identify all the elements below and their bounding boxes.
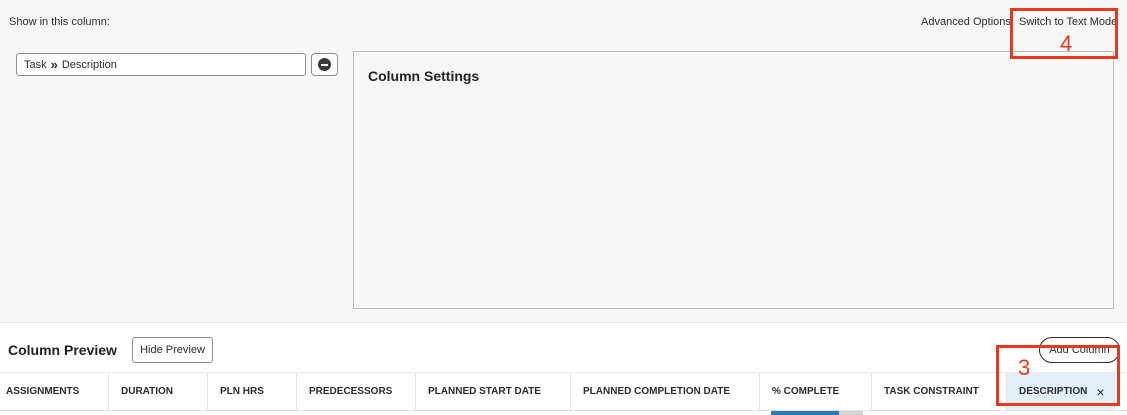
column-header-planned-completion-date[interactable]: PLANNED COMPLETION DATE <box>571 373 760 410</box>
column-preview-title: Column Preview <box>8 342 117 358</box>
field-part-description: Description <box>61 58 117 71</box>
percent-complete-bar <box>771 411 863 415</box>
minus-circle-icon <box>318 58 331 71</box>
field-part-task: Task <box>24 58 47 71</box>
column-settings-title: Column Settings <box>368 68 480 84</box>
preview-table-header: ASSIGNMENTS DURATION PLN HRS PREDECESSOR… <box>0 372 1127 411</box>
remove-field-button[interactable] <box>311 53 338 76</box>
chevron-double-right-icon: » <box>50 57 58 72</box>
column-header-percent-complete[interactable]: % COMPLETE <box>760 373 872 410</box>
annotation-number-4: 4 <box>1060 31 1073 56</box>
percent-complete-fill <box>771 411 839 415</box>
column-header-planned-start-date[interactable]: PLANNED START DATE <box>416 373 571 410</box>
column-header-pln-hrs[interactable]: PLN HRS <box>208 373 297 410</box>
column-header-task-constraint[interactable]: TASK CONSTRAINT <box>872 373 1007 410</box>
column-editor: Show in this column: Advanced Options Sw… <box>0 0 1127 322</box>
column-settings-panel: Column Settings <box>353 51 1114 309</box>
column-preview-section: Column Preview Hide Preview Add Column A… <box>0 322 1127 415</box>
column-header-duration[interactable]: DURATION <box>109 373 208 410</box>
column-header-predecessors[interactable]: PREDECESSORS <box>297 373 416 410</box>
show-in-column-label: Show in this column: <box>9 16 110 28</box>
annotation-box-3 <box>996 345 1120 406</box>
annotation-number-3: 3 <box>1018 355 1031 380</box>
advanced-options-link[interactable]: Advanced Options <box>921 16 1011 28</box>
field-selector[interactable]: Task » Description <box>16 53 306 76</box>
column-header-assignments[interactable]: ASSIGNMENTS <box>0 373 109 410</box>
hide-preview-button[interactable]: Hide Preview <box>132 337 213 363</box>
